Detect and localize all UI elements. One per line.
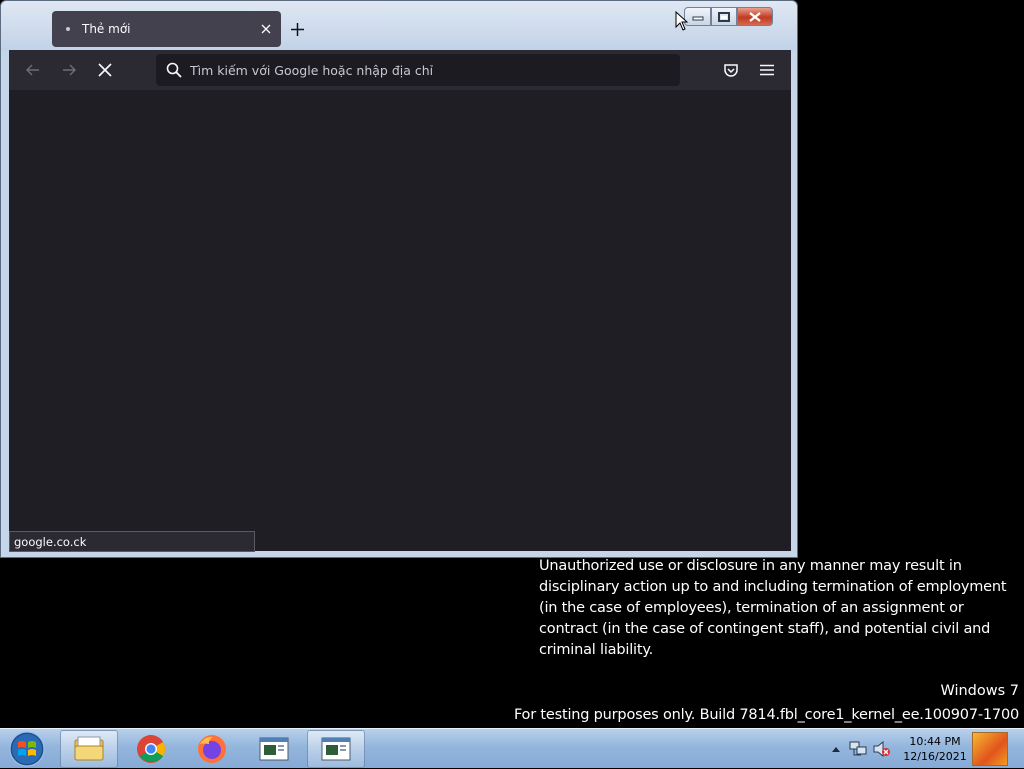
taskbar-explorer[interactable] — [60, 730, 118, 768]
taskbar-window-1[interactable] — [245, 730, 303, 768]
app-window-icon — [321, 737, 351, 761]
windows-start-icon[interactable] — [4, 730, 50, 768]
tab-title: Thẻ mới — [82, 22, 131, 36]
chrome-icon — [137, 735, 165, 763]
mouse-cursor-icon — [675, 11, 689, 31]
maximize-button[interactable] — [711, 7, 737, 26]
show-desktop-button[interactable] — [972, 732, 1008, 766]
arrow-right-icon[interactable] — [53, 54, 85, 86]
navigation-toolbar — [9, 50, 791, 90]
close-icon[interactable] — [255, 18, 277, 40]
taskbar: 10:44 PM 12/16/2021 — [0, 728, 1024, 768]
clock-time: 10:44 PM — [909, 735, 961, 748]
window-close-button[interactable] — [737, 7, 773, 26]
folder-icon — [74, 736, 104, 761]
url-bar[interactable] — [156, 54, 680, 86]
clock[interactable]: 10:44 PM 12/16/2021 — [902, 734, 968, 764]
search-input[interactable] — [190, 62, 660, 78]
firefox-dot-icon — [60, 21, 76, 37]
app-window-icon — [259, 737, 289, 761]
volume-muted-icon[interactable] — [870, 741, 894, 757]
network-icon[interactable] — [846, 741, 870, 757]
desktop: Unauthorized use or disclosure in any ma… — [0, 0, 1024, 768]
stop-x-icon[interactable] — [89, 54, 121, 86]
status-url-overlay: google.co.ck — [9, 531, 255, 552]
page-content[interactable] — [9, 90, 791, 551]
build-label: For testing purposes only. Build 7814.fb… — [513, 707, 1019, 723]
pocket-icon[interactable] — [715, 54, 747, 86]
search-icon — [164, 62, 184, 78]
taskbar-window-2[interactable] — [307, 730, 365, 768]
tab-strip: Thẻ mới — [10, 11, 670, 51]
legal-notice: Unauthorized use or disclosure in any ma… — [539, 558, 1007, 658]
system-tray — [826, 729, 894, 769]
plus-icon[interactable] — [285, 17, 309, 41]
hamburger-icon[interactable] — [751, 54, 783, 86]
tab-new[interactable]: Thẻ mới — [52, 11, 281, 47]
windows-version-label: Windows 7 — [940, 683, 1019, 699]
tray-expand-icon[interactable] — [826, 746, 846, 752]
arrow-left-icon[interactable] — [17, 54, 49, 86]
taskbar-firefox[interactable] — [183, 730, 241, 768]
window-caption-buttons — [684, 7, 773, 27]
firefox-icon — [198, 735, 226, 763]
clock-date: 12/16/2021 — [903, 750, 967, 763]
taskbar-chrome[interactable] — [122, 730, 180, 768]
